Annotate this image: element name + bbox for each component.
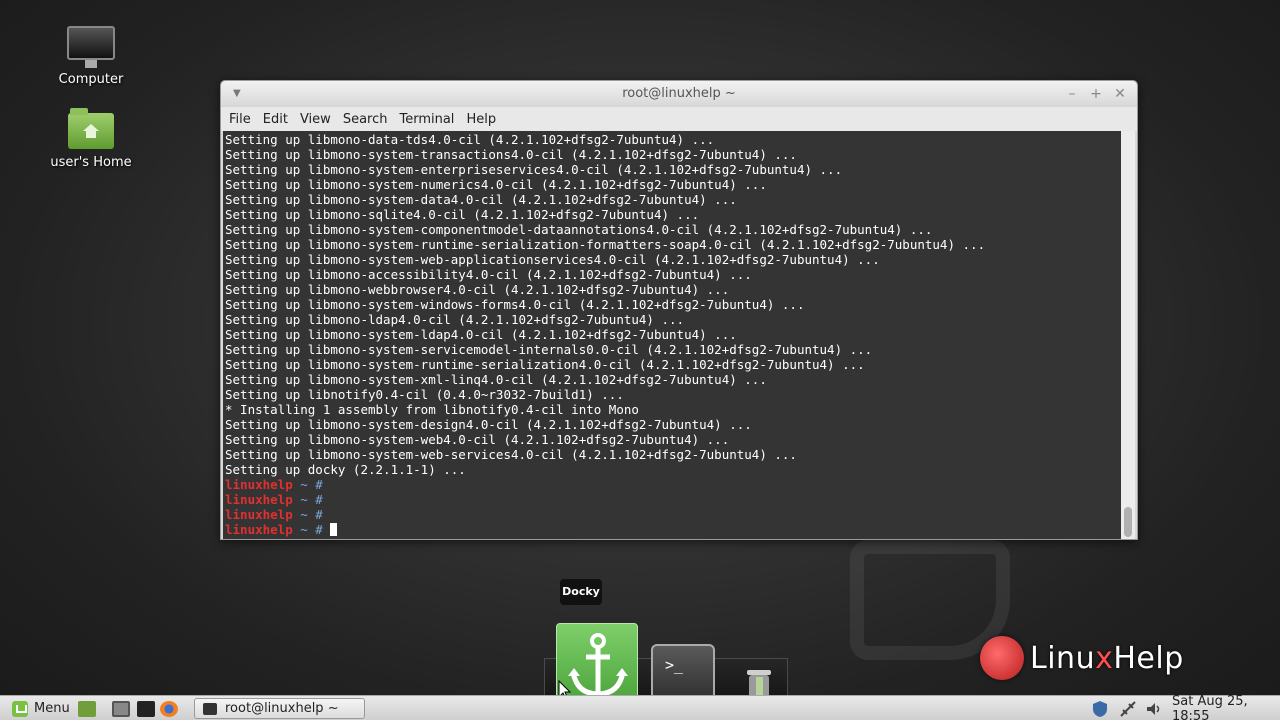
terminal-scrollbar[interactable] — [1121, 131, 1135, 539]
terminal-line: Setting up libmono-system-web-applicatio… — [225, 252, 880, 267]
terminal-output[interactable]: Setting up libmono-data-tds4.0-cil (4.2.… — [223, 131, 1123, 539]
prompt-user: linuxhelp — [225, 522, 293, 537]
docky-tooltip: Docky — [560, 579, 602, 605]
terminal-line: * Installing 1 assembly from libnotify0.… — [225, 402, 639, 417]
terminal-menubar: File Edit View Search Terminal Help — [221, 107, 1137, 131]
scrollbar-thumb[interactable] — [1124, 507, 1132, 537]
terminal-line: Setting up libmono-system-web-services4.… — [225, 447, 797, 462]
terminal-line: Setting up libmono-system-windows-forms4… — [225, 297, 805, 312]
menu-view[interactable]: View — [300, 112, 331, 127]
linuxhelp-watermark: LinuxHelp — [980, 628, 1184, 688]
terminal-line: Setting up libmono-webbrowser4.0-cil (4.… — [225, 282, 730, 297]
desktop-icon-computer[interactable]: Computer — [36, 26, 146, 87]
terminal-line: Setting up libmono-sqlite4.0-cil (4.2.1.… — [225, 207, 700, 222]
volume-icon[interactable] — [1145, 696, 1163, 720]
terminal-line: Setting up libmono-system-design4.0-cil … — [225, 417, 752, 432]
shield-icon[interactable] — [1091, 696, 1109, 720]
terminal-line: Setting up libmono-system-enterpriseserv… — [225, 162, 843, 177]
menu-edit[interactable]: Edit — [263, 112, 288, 127]
terminal-line: Setting up libmono-system-xml-linq4.0-ci… — [225, 372, 767, 387]
text-cursor — [330, 523, 338, 536]
window-title: root@linuxhelp ~ — [622, 86, 736, 101]
terminal-line: Setting up libmono-system-numerics4.0-ci… — [225, 177, 767, 192]
prompt-user: linuxhelp — [225, 507, 293, 522]
close-icon[interactable]: ✕ — [1111, 81, 1129, 107]
clock[interactable]: Sat Aug 25, 18:55 — [1172, 694, 1280, 720]
menu-file[interactable]: File — [229, 112, 251, 127]
terminal-window: ▼ root@linuxhelp ~ – + ✕ File Edit View … — [220, 80, 1138, 540]
terminal-line: Setting up docky (2.2.1.1-1) ... — [225, 462, 466, 477]
desktop-icon-label: Computer — [58, 72, 124, 87]
desktop-icon-home[interactable]: user's Home — [36, 108, 146, 170]
terminal-prompt-line: linuxhelp ~ # — [225, 477, 1121, 492]
prompt-symbol: ~ # — [292, 522, 331, 537]
taskbar-window-terminal[interactable]: root@linuxhelp ~ — [194, 698, 365, 719]
computer-icon — [67, 26, 115, 68]
terminal-line: Setting up libnotify0.4-cil (0.4.0~r3032… — [225, 387, 624, 402]
desktop-icon-label: user's Home — [50, 155, 132, 170]
terminal-launcher-icon[interactable] — [137, 696, 155, 720]
linuxhelp-logo-icon — [980, 636, 1024, 680]
show-desktop-icon[interactable] — [78, 696, 96, 720]
window-titlebar[interactable]: ▼ root@linuxhelp ~ – + ✕ — [221, 81, 1137, 107]
mint-logo-icon — [12, 700, 28, 717]
terminal-line: Setting up libmono-system-servicemodel-i… — [225, 342, 873, 357]
terminal-line: Setting up libmono-ldap4.0-cil (4.2.1.10… — [225, 312, 685, 327]
menu-search[interactable]: Search — [343, 112, 388, 127]
window-menu-icon[interactable]: ▼ — [233, 81, 241, 107]
prompt-symbol: ~ # — [292, 507, 331, 522]
taskbar-window-label: root@linuxhelp ~ — [225, 701, 339, 716]
maximize-icon[interactable]: + — [1087, 81, 1105, 107]
terminal-line: Setting up libmono-system-transactions4.… — [225, 147, 797, 162]
terminal-small-icon — [203, 702, 217, 715]
file-manager-launcher-icon[interactable] — [112, 696, 130, 720]
home-folder-icon — [68, 108, 114, 149]
firefox-launcher-icon[interactable] — [160, 696, 178, 720]
terminal-line: Setting up libmono-accessibility4.0-cil … — [225, 267, 752, 282]
menu-help[interactable]: Help — [466, 112, 496, 127]
terminal-prompt-line: linuxhelp ~ # — [225, 522, 1121, 537]
terminal-prompt-line: linuxhelp ~ # — [225, 507, 1121, 522]
menu-label: Menu — [34, 701, 70, 716]
taskbar: Menu root@linuxhelp ~ Sat Aug 25, 18:55 — [0, 694, 1280, 720]
terminal-line: Setting up libmono-system-componentmodel… — [225, 222, 933, 237]
terminal-line: Setting up libmono-system-runtime-serial… — [225, 237, 986, 252]
prompt-user: linuxhelp — [225, 492, 293, 507]
menu-terminal[interactable]: Terminal — [399, 112, 454, 127]
minimize-icon[interactable]: – — [1063, 81, 1081, 107]
prompt-symbol: ~ # — [292, 492, 331, 507]
terminal-line: Setting up libmono-system-web4.0-cil (4.… — [225, 432, 730, 447]
prompt-symbol: ~ # — [292, 477, 331, 492]
terminal-line: Setting up libmono-system-runtime-serial… — [225, 357, 865, 372]
terminal-line: Setting up libmono-data-tds4.0-cil (4.2.… — [225, 132, 715, 147]
terminal-prompt-line: linuxhelp ~ # — [225, 492, 1121, 507]
network-icon[interactable] — [1119, 696, 1137, 720]
terminal-line: Setting up libmono-system-data4.0-cil (4… — [225, 192, 737, 207]
terminal-line: Setting up libmono-system-ldap4.0-cil (4… — [225, 327, 737, 342]
prompt-user: linuxhelp — [225, 477, 293, 492]
menu-button[interactable]: Menu — [12, 696, 70, 720]
